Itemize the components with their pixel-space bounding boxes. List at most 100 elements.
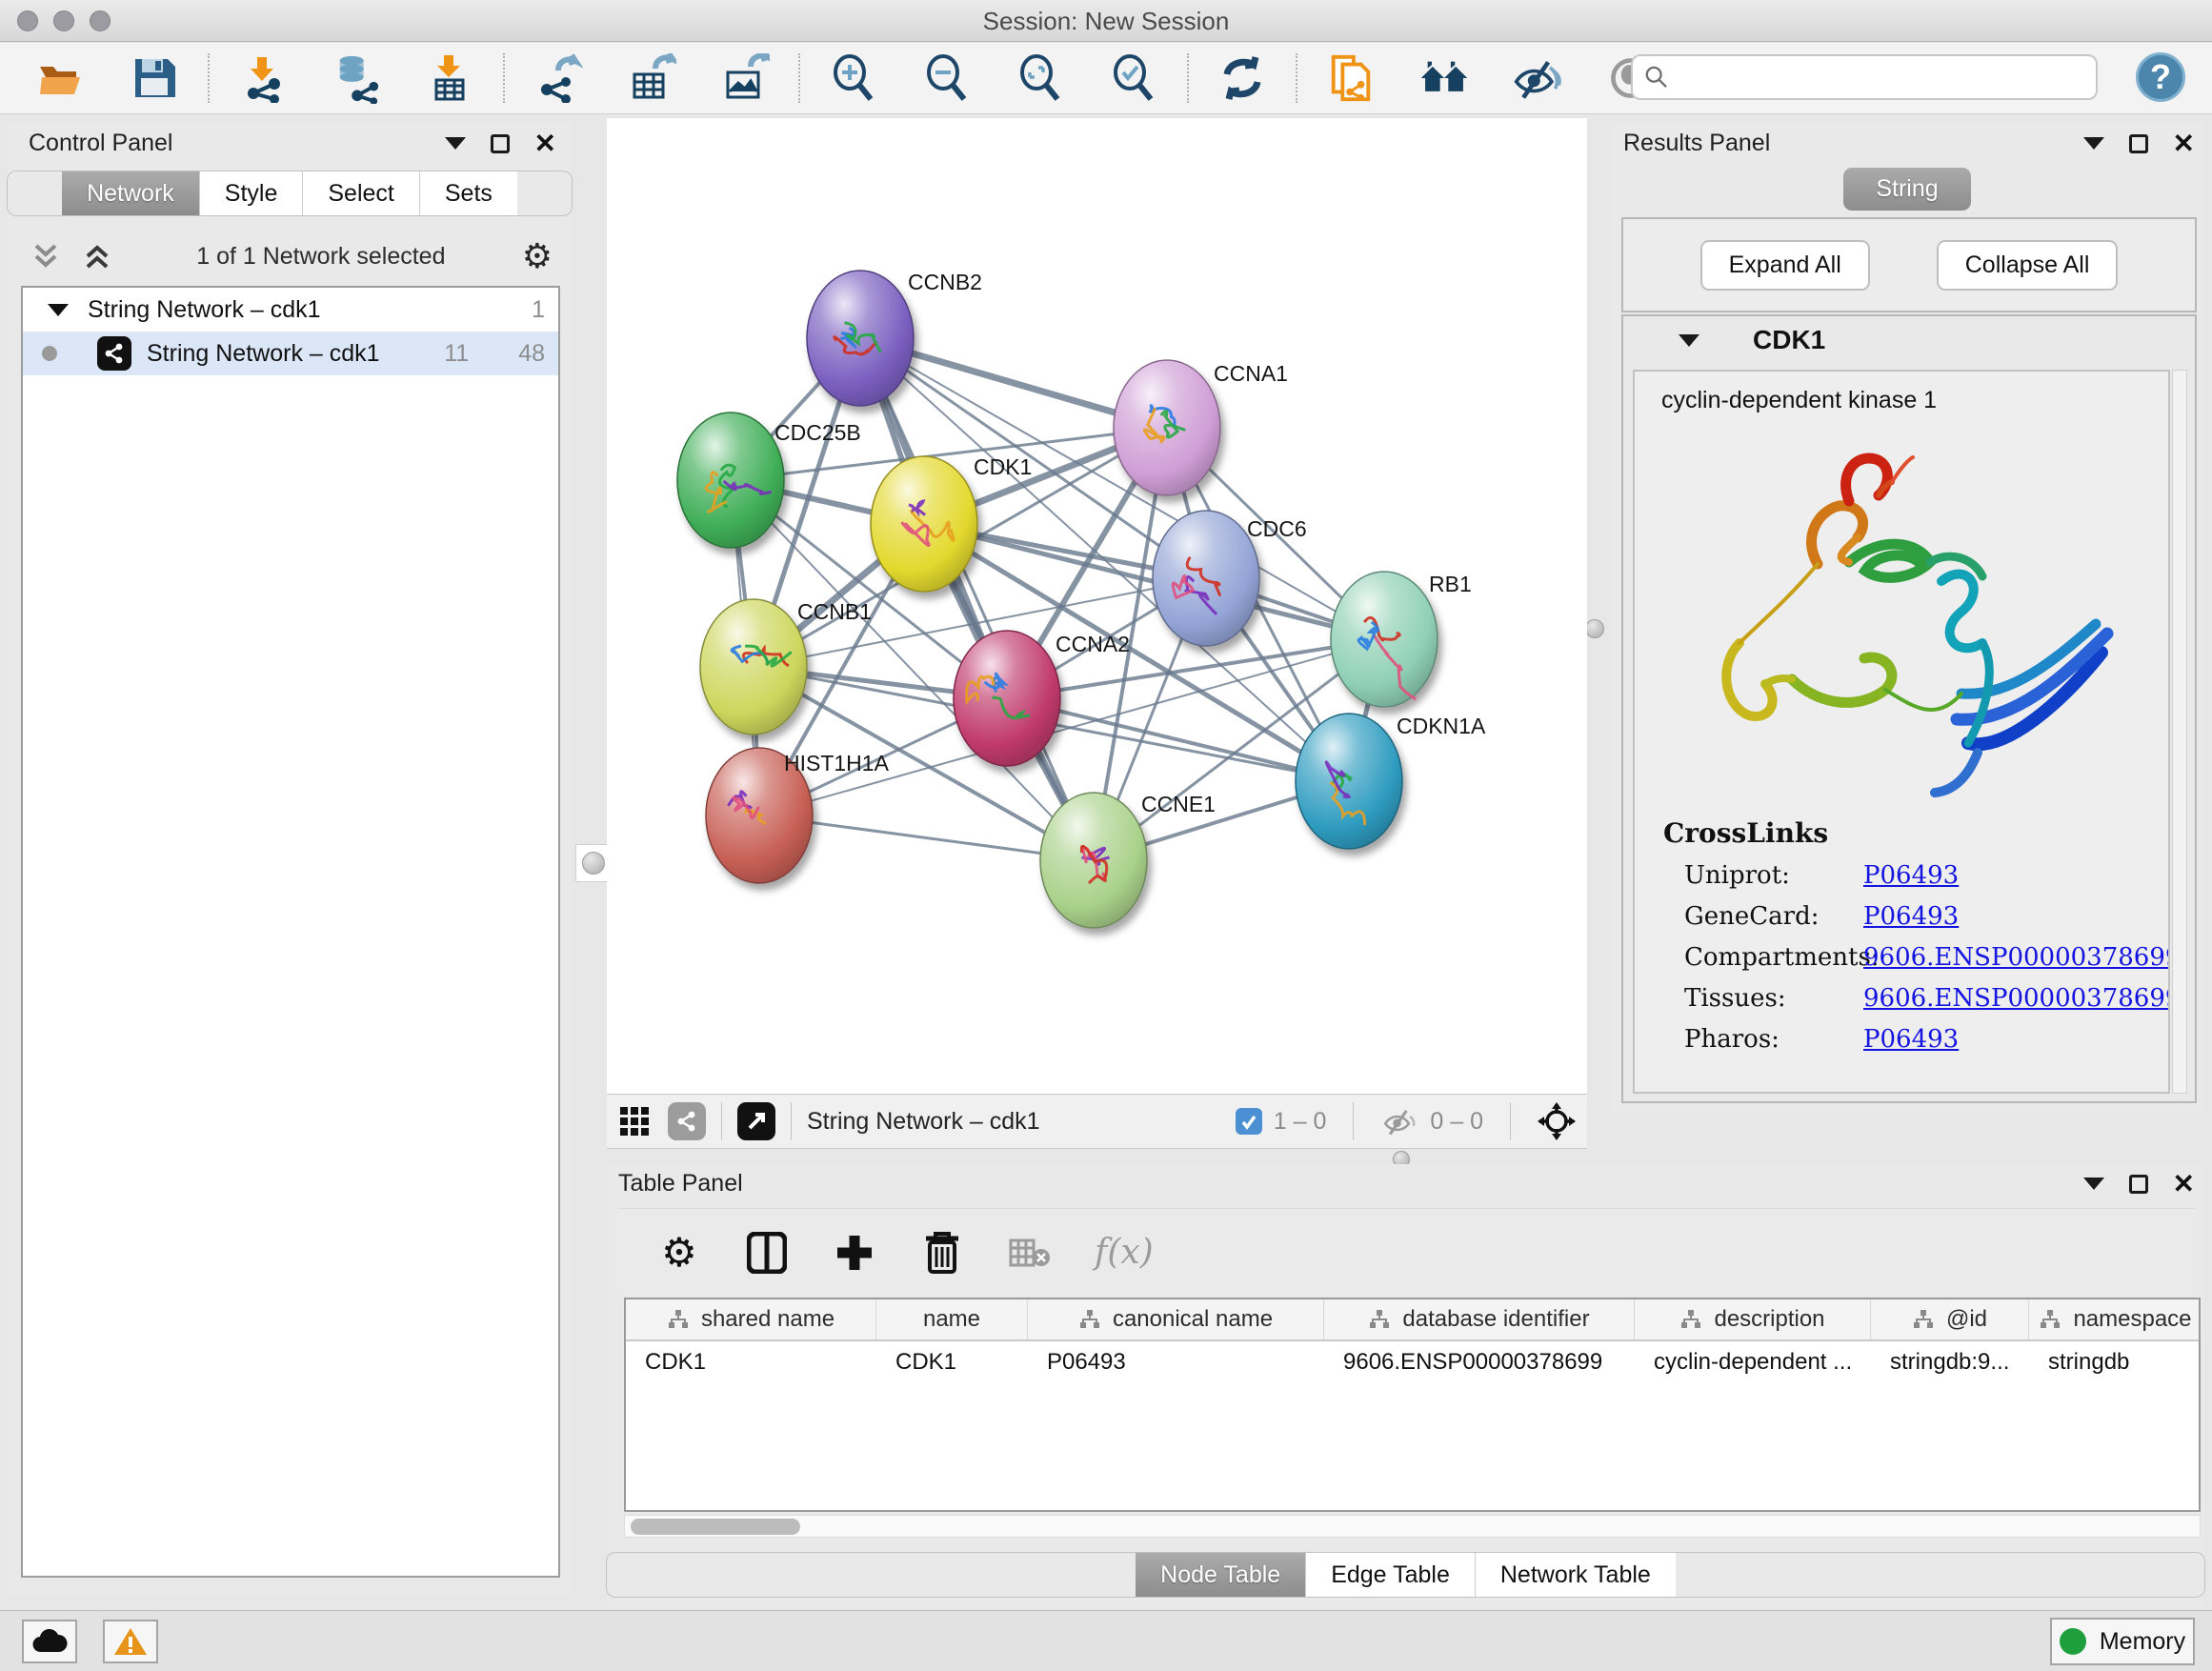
function-builder-icon[interactable]: f(x) [1095,1233,1154,1272]
delete-column-icon[interactable] [919,1230,965,1276]
apply-layout-refresh-icon[interactable] [1217,53,1267,103]
hide-selected-icon[interactable] [1513,53,1562,103]
tab-edge-table[interactable]: Edge Table [1305,1553,1475,1597]
open-session-icon[interactable] [36,53,86,103]
column-header-canonical-name[interactable]: canonical name [1028,1299,1324,1339]
cloud-status-button[interactable] [22,1620,77,1663]
column-header-description[interactable]: description [1635,1299,1871,1339]
selected-count-checkbox[interactable] [1236,1108,1262,1135]
float-panel-icon[interactable] [2083,137,2104,150]
help-button[interactable]: ? [2136,52,2185,102]
table-cell[interactable]: CDK1 [626,1341,876,1383]
right-splitter-grip[interactable] [1585,619,1604,638]
export-table-icon[interactable] [627,53,676,103]
float-panel-icon[interactable] [2083,1178,2104,1190]
network-node[interactable]: CCNA2 [954,631,1130,766]
column-header-database-identifier[interactable]: database identifier [1324,1299,1635,1339]
import-network-from-file-icon[interactable] [238,53,288,103]
warning-status-button[interactable] [103,1620,158,1663]
column-header-shared-name[interactable]: shared name [626,1299,876,1339]
tab-sets[interactable]: Sets [419,171,517,215]
close-panel-icon[interactable]: ✕ [2173,1175,2195,1194]
expand-all-button[interactable]: Expand All [1700,240,1870,291]
crosslink-link[interactable]: 9606.ENSP00000378699 [1863,943,2170,972]
network-node[interactable]: CDKN1A [1296,714,1486,849]
tab-network[interactable]: Network [62,171,199,215]
network-node[interactable]: CDK1 [871,454,1032,592]
network-node[interactable]: HIST1H1A [706,748,890,883]
tab-network-table[interactable]: Network Table [1475,1553,1676,1597]
network-node[interactable]: CCNB2 [807,270,982,406]
collapse-all-networks-icon[interactable] [30,240,69,272]
table-cell[interactable]: 9606.ENSP00000378699 [1324,1341,1635,1383]
import-network-from-database-icon[interactable] [332,53,381,103]
crosslink-link[interactable]: P06493 [1863,861,1959,890]
zoom-selected-icon[interactable] [1109,53,1158,103]
network-node[interactable]: CDC6 [1153,511,1307,646]
network-collection-row[interactable]: String Network – cdk1 1 [23,288,558,332]
network-node[interactable]: RB1 [1331,572,1472,707]
expand-all-networks-icon[interactable] [82,240,120,272]
close-panel-icon[interactable]: ✕ [2173,134,2195,153]
birds-eye-view-icon[interactable] [1538,1102,1576,1140]
clone-network-icon[interactable] [1326,53,1376,103]
search-input[interactable] [1679,64,2084,91]
tab-select[interactable]: Select [302,171,418,215]
import-table-from-file-icon[interactable] [425,53,474,103]
show-columns-icon[interactable] [744,1230,790,1276]
crosslink-link[interactable]: 9606.ENSP00000378699 [1863,984,2170,1013]
close-panel-icon[interactable]: ✕ [534,134,556,153]
column-header--id[interactable]: @id [1871,1299,2029,1339]
zoom-out-icon[interactable] [922,53,972,103]
detach-view-icon[interactable] [737,1102,775,1140]
column-header-name[interactable]: name [876,1299,1028,1339]
save-session-icon[interactable] [130,53,179,103]
memory-button[interactable]: Memory [2050,1618,2195,1665]
node-label: CCNA1 [1214,361,1288,386]
tab-node-table[interactable]: Node Table [1136,1553,1305,1597]
node-label: CDKN1A [1397,714,1486,738]
export-network-icon[interactable] [533,53,583,103]
maximize-panel-icon[interactable] [491,134,510,153]
column-header-namespace[interactable]: namespace [2029,1299,2201,1339]
network-node[interactable]: CCNB1 [700,599,872,735]
collapse-all-button[interactable]: Collapse All [1937,240,2119,291]
table-cell[interactable]: P06493 [1028,1341,1324,1383]
first-neighbors-icon[interactable] [1419,53,1469,103]
section-expander-icon[interactable] [1679,334,1699,347]
crosslink-link[interactable]: P06493 [1863,1025,1959,1054]
grid-view-icon[interactable] [618,1105,651,1137]
delete-table-icon[interactable] [1007,1230,1053,1276]
tab-string[interactable]: String [1843,168,1970,211]
table-cell[interactable]: stringdb:9... [1871,1341,2029,1383]
crosslink-link[interactable]: P06493 [1863,902,1959,931]
network-node[interactable]: CCNA1 [1114,360,1288,495]
export-image-icon[interactable] [720,53,770,103]
cloud-icon [31,1629,68,1654]
table-cell[interactable]: stringdb [2029,1341,2201,1383]
string-network-icon [97,336,131,371]
fit-content-icon[interactable] [1016,53,1065,103]
network-row[interactable]: String Network – cdk1 11 48 [23,332,558,375]
table-options-gear-icon[interactable]: ⚙ [656,1230,702,1276]
toolbar-separator [1187,53,1189,103]
table-cell[interactable]: cyclin-dependent ... [1635,1341,1871,1383]
float-panel-icon[interactable] [445,137,466,150]
maximize-panel-icon[interactable] [2129,134,2148,153]
scrollbar-thumb[interactable] [631,1519,800,1535]
table-row[interactable]: CDK1CDK1P064939606.ENSP00000378699cyclin… [626,1341,2199,1383]
create-column-icon[interactable] [832,1230,877,1276]
results-scrollbar[interactable] [2172,370,2187,1094]
table-cell[interactable]: CDK1 [876,1341,1028,1383]
collection-expander-icon[interactable] [48,304,69,316]
network-view-icon[interactable] [668,1102,706,1140]
zoom-in-icon[interactable] [829,53,878,103]
maximize-panel-icon[interactable] [2129,1175,2148,1194]
tab-style[interactable]: Style [199,171,303,215]
table-horizontal-scrollbar[interactable] [624,1515,2201,1538]
network-node[interactable]: CDC25B [677,413,861,548]
crosslink-row: Compartments: 9606.ENSP00000378699 [1684,943,2170,972]
network-node[interactable]: CCNE1 [1040,792,1216,928]
network-options-gear-icon[interactable]: ⚙ [522,239,553,273]
network-canvas[interactable]: CCNB2 CCNA1 CDC25BCDK1 CDC6RB1 CCNB1 CCNA2 CDK… [607,118,1587,1094]
